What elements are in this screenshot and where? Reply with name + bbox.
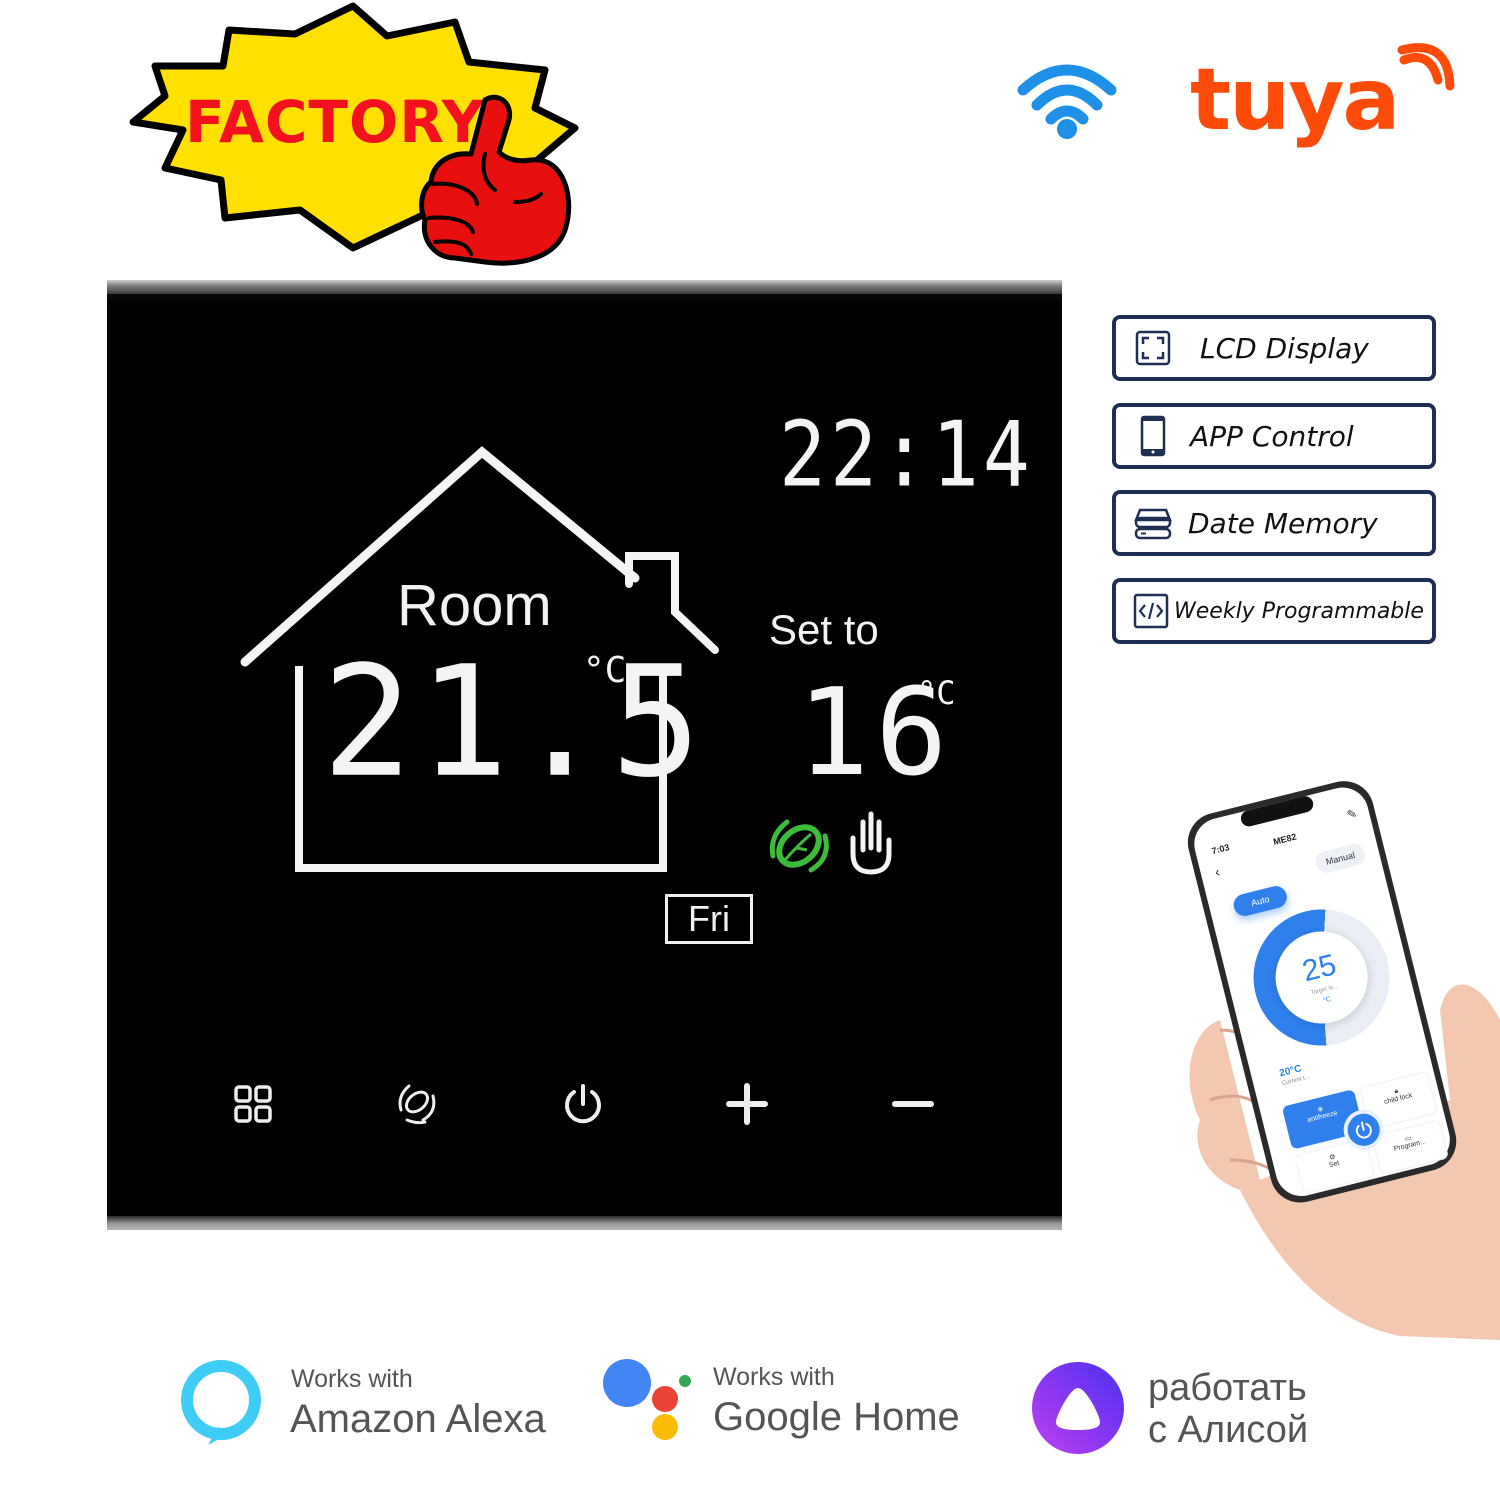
google-name: Google Home xyxy=(713,1395,960,1439)
feature-label: Date Memory xyxy=(1188,506,1378,540)
feature-lcd-display: LCD Display xyxy=(1112,315,1436,381)
mode-auto-button[interactable]: Auto xyxy=(1231,883,1290,919)
clock-display: 22:14 xyxy=(779,404,1034,508)
feature-weekly-programmable: Weekly Programmable xyxy=(1112,578,1436,644)
google-home-compat: Works with Google Home xyxy=(603,1355,1003,1465)
feature-label: Weekly Programmable xyxy=(1174,598,1424,624)
tuya-logo: tuya xyxy=(1190,40,1455,160)
google-assistant-icon xyxy=(603,1359,691,1440)
back-icon[interactable]: ‹ xyxy=(1213,863,1221,880)
edit-icon[interactable]: ✎ xyxy=(1345,806,1358,822)
eco-button[interactable] xyxy=(387,1074,447,1134)
thermostat-panel: 22:14 Room 21.5 °C Set to 16 °C Fri xyxy=(107,280,1062,1230)
room-temp-unit: °C xyxy=(583,650,627,691)
room-label: Room xyxy=(397,573,552,638)
eco-leaf-icon xyxy=(769,819,829,873)
set-to-label: Set to xyxy=(769,606,879,653)
code-icon xyxy=(1130,590,1172,632)
day-indicator: Fri xyxy=(665,894,753,944)
alice-line2: с Алисой xyxy=(1148,1409,1309,1451)
signal-arcs-icon xyxy=(1397,43,1455,91)
phone-status-time: 7:03 xyxy=(1210,842,1231,857)
alexa-compat: Works with Amazon Alexa xyxy=(178,1355,578,1465)
wifi-icon xyxy=(1015,55,1120,140)
feature-label: LCD Display xyxy=(1200,331,1369,365)
feature-date-memory: Date Memory xyxy=(1112,490,1436,556)
room-temperature: 21.5 xyxy=(322,634,708,812)
feature-app-control: APP Control xyxy=(1112,403,1436,469)
factory-badge: FACTORY xyxy=(125,0,595,280)
grid-icon xyxy=(234,1085,272,1123)
device-name: ME82 xyxy=(1272,831,1298,847)
power-icon xyxy=(565,1084,601,1124)
fullscreen-icon xyxy=(1132,327,1174,369)
power-icon xyxy=(1355,1121,1372,1139)
phone-app-mockup: 7:03 ME82 ‹ ✎ Auto Manual 25 Target te..… xyxy=(1180,780,1500,1340)
power-button[interactable] xyxy=(553,1074,613,1134)
storage-icon xyxy=(1132,502,1174,544)
plus-icon xyxy=(726,1083,768,1125)
google-works-with: Works with xyxy=(713,1363,835,1391)
feature-label: APP Control xyxy=(1190,419,1354,453)
alice-compat: работать с Алисой xyxy=(1030,1355,1350,1465)
smartphone-icon xyxy=(1132,415,1174,457)
mode-manual-button[interactable]: Manual xyxy=(1313,841,1368,876)
thumbs-up-icon xyxy=(419,94,572,266)
alexa-works-with: Works with xyxy=(291,1365,413,1393)
menu-button[interactable] xyxy=(223,1074,283,1134)
minus-icon xyxy=(892,1101,934,1107)
increase-button[interactable] xyxy=(717,1074,777,1134)
alice-logo-icon xyxy=(1032,1362,1124,1454)
alexa-ring-icon xyxy=(181,1360,261,1445)
leaf-icon xyxy=(398,1084,436,1125)
alexa-name: Amazon Alexa xyxy=(290,1397,546,1441)
set-temp-unit: °C xyxy=(917,674,956,712)
alice-line1: работать xyxy=(1148,1367,1307,1409)
tuya-wordmark: tuya xyxy=(1190,50,1400,150)
decrease-button[interactable] xyxy=(883,1074,943,1134)
manual-hand-icon xyxy=(850,811,892,875)
